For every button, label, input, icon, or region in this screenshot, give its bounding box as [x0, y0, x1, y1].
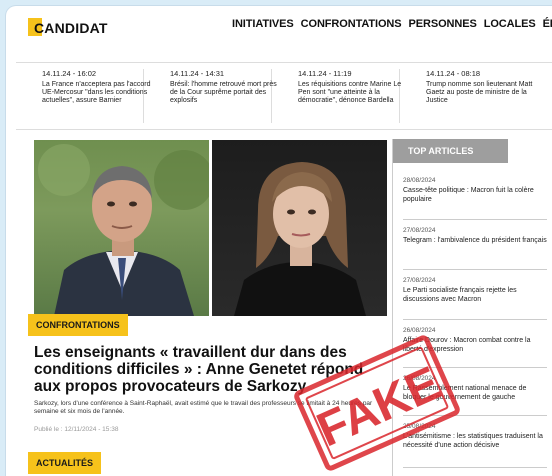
ticker-date: 14.11.24 - 11:19: [298, 69, 352, 78]
sidebar-article-date: 26/08/2024: [403, 327, 436, 334]
nav-personnes[interactable]: PERSONNES: [409, 18, 477, 30]
ticker-item[interactable]: 14.11.24 - 08:18 Trump nomme son lieuten…: [400, 69, 540, 123]
article-headline[interactable]: Les enseignants « travaillent dur dans d…: [34, 344, 384, 395]
sidebar-article-date: 25/08/2024: [403, 423, 436, 430]
news-ticker: 14.11.24 - 16:02 La France n'accepterа p…: [16, 62, 552, 130]
sidebar-article-date: 27/08/2024: [403, 227, 436, 234]
sidebar-article-title: Le Parti socialiste français rejette les…: [403, 287, 517, 303]
photo-sarkozy[interactable]: [34, 140, 209, 316]
ticker-item[interactable]: 14.11.24 - 11:19 Les réquisitions contre…: [272, 69, 401, 123]
ticker-text: Trump nomme son lieutenant Matt Gaetz au…: [426, 81, 533, 104]
ticker-text: Brésil: l'homme retrouvé mort près de la…: [170, 81, 277, 104]
ticker-date: 14.11.24 - 14:31: [170, 69, 225, 78]
nav-initiatives[interactable]: INITIATIVES: [232, 18, 294, 30]
article-summary: Sarkozy, lors d'une conférence à Saint-R…: [34, 400, 373, 415]
ticker-date: 14.11.24 - 16:02: [42, 69, 97, 78]
site-header: CANDIDAT INITIATIVES CONFRONTATIONS PERS…: [6, 6, 552, 54]
nav-locales[interactable]: LOCALES: [484, 18, 536, 30]
ticker-date: 14.11.24 - 08:18: [426, 69, 481, 78]
nav-editoriaux[interactable]: ÉDITORIAUX: [543, 18, 552, 30]
sidebar-article-title: L'antisémitisme : les statistiques tradu…: [403, 433, 543, 449]
sidebar-article[interactable]: 28/08/2024 Casse-tête politique : Macron…: [403, 177, 547, 220]
top-articles-sidebar: TOP ARTICLES 28/08/2024 Casse-tête polit…: [392, 139, 552, 476]
main-nav: INITIATIVES CONFRONTATIONS PERSONNES LOC…: [232, 18, 552, 30]
photo-genetet[interactable]: [212, 140, 387, 316]
sidebar-article[interactable]: 26/08/2024 Le Rassemblement national men…: [403, 375, 547, 416]
page-frame: CANDIDAT INITIATIVES CONFRONTATIONS PERS…: [6, 6, 552, 476]
sidebar-article-title: Telegram : l'ambivalence du président fr…: [403, 237, 547, 244]
category-tag[interactable]: CONFRONTATIONS: [28, 314, 128, 336]
sidebar-article-date: 27/08/2024: [403, 277, 436, 284]
sidebar-article-date: 28/08/2024: [403, 177, 436, 184]
sidebar-article-title: Le Rassemblement national menace de bloq…: [403, 385, 527, 401]
ticker-text: Les réquisitions contre Marine Le Pen so…: [298, 81, 402, 104]
sidebar-article[interactable]: 27/08/2024 Telegram : l'ambivalence du p…: [403, 227, 547, 270]
ticker-text: La France n'accepterа pas l'accord UE-Me…: [42, 81, 151, 104]
ticker-item[interactable]: 14.11.24 - 14:31 Brésil: l'homme retrouv…: [144, 69, 277, 123]
site-logo[interactable]: CANDIDAT: [34, 20, 108, 36]
sidebar-title: TOP ARTICLES: [393, 139, 508, 163]
sidebar-article[interactable]: 25/08/2024 L'antisémitisme : les statist…: [403, 423, 547, 468]
category-tag-next[interactable]: ACTUALITÉS: [28, 452, 101, 474]
ticker-item[interactable]: 14.11.24 - 16:02 La France n'accepterа p…: [16, 69, 151, 123]
sidebar-article-title: Casse-tête politique : Macron fuit la co…: [403, 187, 534, 203]
nav-confrontations[interactable]: CONFRONTATIONS: [301, 18, 402, 30]
sidebar-article-title: Affaire Dourov : Macron combat contre la…: [403, 337, 531, 353]
article-date: Publié le : 12/11/2024 - 15:38: [34, 426, 119, 433]
sidebar-article[interactable]: 26/08/2024 Affaire Dourov : Macron comba…: [403, 327, 547, 368]
sidebar-article-date: 26/08/2024: [403, 375, 436, 382]
sidebar-article[interactable]: 27/08/2024 Le Parti socialiste français …: [403, 277, 547, 320]
